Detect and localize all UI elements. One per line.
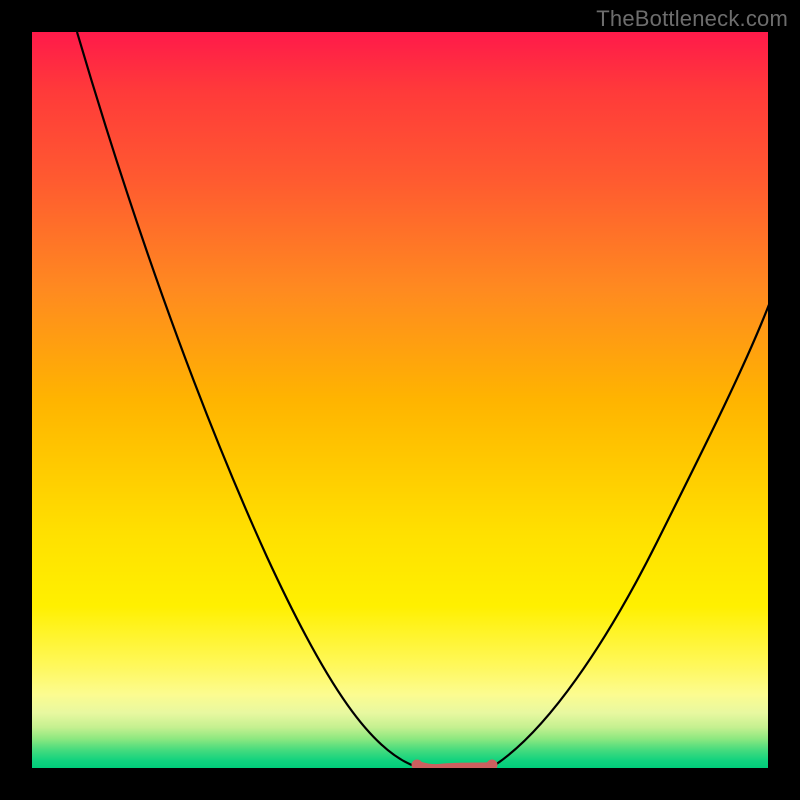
left-curve xyxy=(77,32,417,767)
plot-area xyxy=(32,32,768,768)
chart-curves xyxy=(32,32,768,768)
optimal-end-dot xyxy=(487,760,498,769)
right-curve xyxy=(492,302,768,767)
optimal-band xyxy=(417,765,492,768)
chart-frame: TheBottleneck.com xyxy=(0,0,800,800)
watermark-text: TheBottleneck.com xyxy=(596,6,788,32)
